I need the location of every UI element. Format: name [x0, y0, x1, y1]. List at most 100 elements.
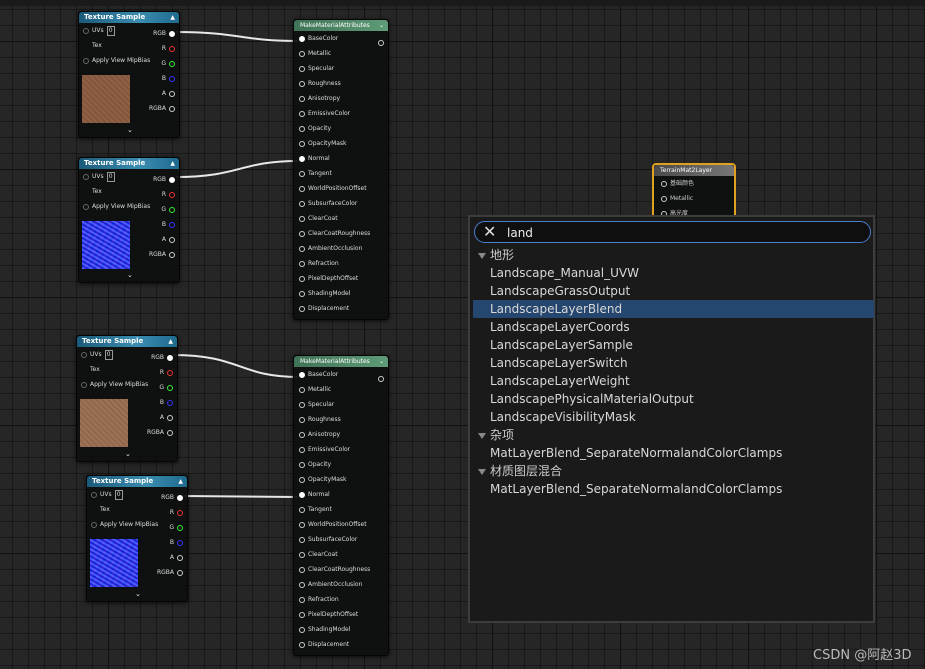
input-pin-row[interactable]: EmissiveColor: [294, 442, 388, 457]
input-pin-row[interactable]: ClearCoat: [294, 547, 388, 562]
collapse-icon[interactable]: ▲: [178, 476, 183, 487]
input-pin-row[interactable]: BaseColor: [294, 367, 388, 382]
input-pin-row[interactable]: Anisotropy: [294, 91, 388, 106]
search-box[interactable]: ✕: [474, 221, 871, 243]
output-b[interactable]: B: [149, 71, 175, 86]
list-item-selected[interactable]: LandscapeLayerBlend: [473, 300, 874, 318]
list-item[interactable]: LandscapeLayerCoords: [473, 318, 874, 336]
terrain-material-node[interactable]: TerrainMat2Layer 基础颜色 Metallic 高光度: [652, 163, 736, 219]
input-pin-row[interactable]: ClearCoat: [294, 211, 388, 226]
list-item[interactable]: LandscapeVisibilityMask: [473, 408, 874, 426]
input-pin-row[interactable]: EmissiveColor: [294, 106, 388, 121]
category-header[interactable]: 材质图层混合: [473, 462, 874, 480]
output-g[interactable]: G: [147, 380, 173, 395]
list-item[interactable]: Landscape_Manual_UVW: [473, 264, 874, 282]
input-pin-row[interactable]: Displacement: [294, 637, 388, 652]
pin-icon[interactable]: [299, 417, 305, 423]
input-pin-row[interactable]: ClearCoatRoughness: [294, 226, 388, 241]
pin-icon[interactable]: [299, 231, 305, 237]
list-item[interactable]: LandscapeLayerWeight: [473, 372, 874, 390]
pin-icon[interactable]: [299, 492, 305, 498]
pin-icon[interactable]: [299, 81, 305, 87]
chevron-down-icon[interactable]: ⌄: [135, 590, 141, 598]
input-pin-row[interactable]: Specular: [294, 61, 388, 76]
texture-sample-node[interactable]: Texture Sample ▲ UVs 0 Tex Apply View MipB…: [78, 157, 180, 283]
pin-icon[interactable]: [299, 387, 305, 393]
terrain-pin[interactable]: 基础颜色: [654, 176, 734, 191]
input-pin-row[interactable]: Metallic: [294, 382, 388, 397]
search-input[interactable]: [507, 225, 857, 241]
input-pin-row[interactable]: Opacity: [294, 457, 388, 472]
pin-icon[interactable]: [299, 36, 305, 42]
input-pin-row[interactable]: SubsurfaceColor: [294, 196, 388, 211]
pin-icon[interactable]: [299, 261, 305, 267]
input-pin-row[interactable]: OpacityMask: [294, 136, 388, 151]
list-item[interactable]: MatLayerBlend_SeparateNormalandColorClam…: [473, 480, 874, 498]
pin-icon[interactable]: [299, 462, 305, 468]
input-pin-row[interactable]: Roughness: [294, 412, 388, 427]
input-pin-row[interactable]: Displacement: [294, 301, 388, 316]
pin-icon[interactable]: [299, 201, 305, 207]
pin-icon[interactable]: [299, 552, 305, 558]
output-r[interactable]: R: [149, 187, 175, 202]
input-pin-row[interactable]: Anisotropy: [294, 427, 388, 442]
pin-icon[interactable]: [299, 582, 305, 588]
pin-icon[interactable]: [299, 612, 305, 618]
input-pin-row[interactable]: Tangent: [294, 166, 388, 181]
pin-icon[interactable]: [299, 171, 305, 177]
pin-icon[interactable]: [299, 216, 305, 222]
input-pin-row[interactable]: ShadingModel: [294, 286, 388, 301]
pin-icon[interactable]: [299, 507, 305, 513]
output-a[interactable]: A: [149, 86, 175, 101]
close-icon[interactable]: ✕: [483, 224, 496, 240]
uv-index-field[interactable]: 0: [114, 489, 123, 500]
list-item[interactable]: LandscapePhysicalMaterialOutput: [473, 390, 874, 408]
chevron-down-icon[interactable]: ⌄: [127, 126, 133, 134]
input-pin-row[interactable]: WorldPositionOffset: [294, 517, 388, 532]
input-pin-row[interactable]: OpacityMask: [294, 472, 388, 487]
output-b[interactable]: B: [157, 535, 183, 550]
output-rgb[interactable]: RGB: [149, 172, 175, 187]
output-r[interactable]: R: [149, 41, 175, 56]
input-pin-row[interactable]: Refraction: [294, 256, 388, 271]
output-r[interactable]: R: [147, 365, 173, 380]
pin-icon[interactable]: [299, 537, 305, 543]
pin-icon[interactable]: [299, 627, 305, 633]
input-pin-row[interactable]: ClearCoatRoughness: [294, 562, 388, 577]
input-pin-row[interactable]: Normal: [294, 151, 388, 166]
pin-icon[interactable]: [299, 597, 305, 603]
output-b[interactable]: B: [149, 217, 175, 232]
pin-icon[interactable]: [299, 126, 305, 132]
pin-icon[interactable]: [299, 291, 305, 297]
collapse-triangle-icon[interactable]: [478, 468, 486, 475]
pin-icon[interactable]: [299, 402, 305, 408]
collapse-triangle-icon[interactable]: [478, 432, 486, 439]
texture-sample-node[interactable]: Texture Sample ▲ UVs 0 Tex Apply View MipB…: [86, 475, 188, 602]
list-item[interactable]: LandscapeGrassOutput: [473, 282, 874, 300]
output-rgb[interactable]: RGB: [147, 350, 173, 365]
list-item[interactable]: LandscapeLayerSwitch: [473, 354, 874, 372]
category-header[interactable]: 地形: [473, 246, 874, 264]
pin-icon[interactable]: [299, 432, 305, 438]
pin-icon[interactable]: [299, 141, 305, 147]
make-material-attributes-node[interactable]: MakeMaterialAttributes ⌄ BaseColor Metalli…: [293, 19, 389, 320]
pin-icon[interactable]: [299, 246, 305, 252]
input-pin-row[interactable]: BaseColor: [294, 31, 388, 46]
category-header[interactable]: 杂项: [473, 426, 874, 444]
pin-icon[interactable]: [299, 51, 305, 57]
texture-sample-node[interactable]: Texture Sample ▲ UVs 0 Tex Apply View MipB…: [76, 335, 178, 462]
output-rgb[interactable]: RGB: [157, 490, 183, 505]
chevron-down-icon[interactable]: ⌄: [125, 450, 131, 458]
output-a[interactable]: A: [147, 410, 173, 425]
pin-icon[interactable]: [299, 156, 305, 162]
texture-sample-node[interactable]: Texture Sample ▲ UVs 0 Tex Apply View MipB…: [78, 11, 180, 138]
input-pin-row[interactable]: PixelDepthOffset: [294, 271, 388, 286]
input-pin-row[interactable]: AmbientOcclusion: [294, 577, 388, 592]
pin-icon[interactable]: [299, 447, 305, 453]
output-rgba[interactable]: RGBA: [149, 101, 175, 116]
output-r[interactable]: R: [157, 505, 183, 520]
make-material-attributes-node[interactable]: MakeMaterialAttributes ⌄ BaseColor Metalli…: [293, 355, 389, 656]
chevron-down-icon[interactable]: ⌄: [127, 271, 133, 279]
input-pin-row[interactable]: Roughness: [294, 76, 388, 91]
output-g[interactable]: G: [157, 520, 183, 535]
